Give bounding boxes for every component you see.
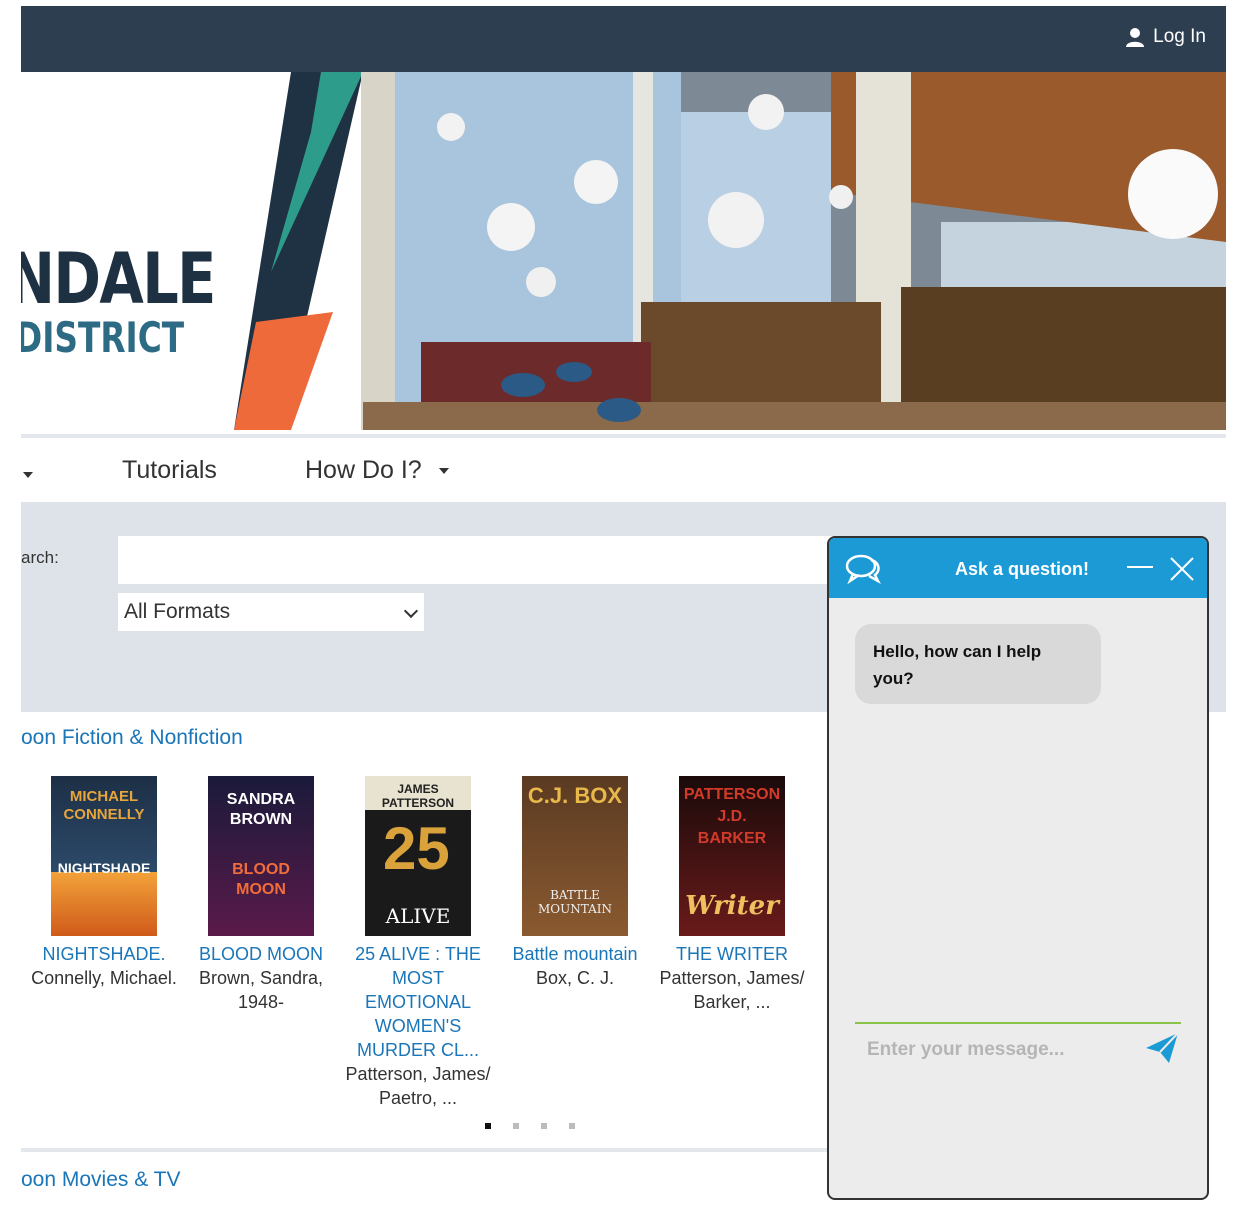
section-divider	[21, 1148, 831, 1152]
chat-header: Ask a question!	[829, 538, 1207, 598]
nav-item-label: Tutorials	[122, 456, 217, 484]
book-cover[interactable]: MICHAEL CONNELLY NIGHTSHADE	[51, 776, 157, 936]
book-cover[interactable]: SANDRA BROWN BLOOD MOON	[208, 776, 314, 936]
book-author: Brown, Sandra, 1948-	[198, 968, 324, 1012]
chat-bubbles-icon	[845, 554, 881, 584]
section-title-movies[interactable]: oon Movies & TV	[21, 1168, 181, 1192]
book-title[interactable]: THE WRITER	[654, 942, 810, 966]
library-logo-title: NDALE	[21, 238, 216, 320]
carousel-dot[interactable]	[569, 1123, 575, 1129]
book-cover[interactable]: JAMES PATTERSON 25 ALIVE	[365, 776, 471, 936]
nav-dropdown-caret-icon[interactable]	[23, 472, 33, 478]
book-author: Box, C. J.	[535, 968, 615, 988]
chevron-down-icon	[438, 468, 449, 475]
user-icon	[1126, 28, 1145, 47]
login-label: Log In	[1153, 26, 1206, 47]
book-card[interactable]: C.J. BOX BATTLE MOUNTAIN Battle mountain…	[497, 776, 653, 990]
nav-item-tutorials[interactable]: Tutorials	[122, 456, 217, 485]
chat-widget: Ask a question! Hello, how can I help yo…	[827, 536, 1209, 1200]
top-bar: Log In	[21, 6, 1226, 72]
login-link[interactable]: Log In	[1125, 26, 1206, 48]
search-label: arch:	[21, 548, 59, 567]
book-title[interactable]: NIGHTSHADE.	[26, 942, 182, 966]
cover-text: PATTERSON J.D. BARKER	[683, 786, 781, 847]
close-icon[interactable]	[1169, 556, 1195, 582]
cover-text: Writer	[685, 891, 779, 921]
book-card[interactable]: PATTERSON J.D. BARKER Writer THE WRITER …	[654, 776, 810, 1014]
book-title[interactable]: 25 ALIVE : THE MOST EMOTIONAL WOMEN'S MU…	[340, 942, 496, 1062]
library-logo-subtitle: DISTRICT	[21, 313, 185, 362]
cover-text: C.J. BOX	[527, 783, 623, 808]
book-cover[interactable]: PATTERSON J.D. BARKER Writer	[679, 776, 785, 936]
book-card[interactable]: SANDRA BROWN BLOOD MOON BLOOD MOON Brown…	[183, 776, 339, 1014]
book-author: Patterson, James/ Paetro, ...	[345, 1064, 491, 1108]
book-title[interactable]: Battle mountain	[497, 942, 653, 966]
carousel-dot[interactable]	[513, 1123, 519, 1129]
format-select[interactable]: All Formats	[118, 593, 424, 631]
book-card[interactable]: MICHAEL CONNELLY NIGHTSHADE NIGHTSHADE. …	[26, 776, 182, 990]
cover-text: BATTLE MOUNTAIN	[538, 888, 612, 916]
chat-message-input[interactable]	[855, 1022, 1181, 1076]
minimize-icon[interactable]	[1127, 566, 1153, 570]
book-cover[interactable]: C.J. BOX BATTLE MOUNTAIN	[522, 776, 628, 936]
send-icon[interactable]	[1145, 1032, 1179, 1064]
book-title[interactable]: BLOOD MOON	[183, 942, 339, 966]
cover-text: ALIVE	[385, 904, 451, 928]
chevron-down-icon	[403, 603, 419, 619]
cover-text: BLOOD MOON	[232, 861, 290, 898]
carousel-dot[interactable]	[541, 1123, 547, 1129]
format-select-value: All Formats	[124, 600, 231, 623]
book-card[interactable]: JAMES PATTERSON 25 ALIVE 25 ALIVE : THE …	[340, 776, 496, 1110]
carousel-pagination	[485, 1123, 575, 1129]
chat-message-bot: Hello, how can I help you?	[855, 624, 1101, 704]
cover-text: NIGHTSHADE	[57, 860, 151, 876]
cover-text: MICHAEL CONNELLY	[63, 788, 145, 823]
library-banner: NDALE DISTRICT	[21, 72, 1226, 430]
section-title-fiction[interactable]: oon Fiction & Nonfiction	[21, 726, 243, 750]
book-author: Patterson, James/ Barker, ...	[659, 968, 805, 1012]
book-author: Connelly, Michael.	[31, 968, 177, 988]
chat-title: Ask a question!	[955, 559, 1090, 579]
main-nav: Tutorials How Do I?	[21, 434, 1226, 506]
cover-text: JAMES PATTERSON	[381, 782, 455, 810]
carousel-dot[interactable]	[485, 1123, 491, 1129]
cover-text: SANDRA BROWN	[226, 791, 296, 828]
nav-item-label: How Do I?	[305, 456, 422, 484]
nav-item-how-do-i[interactable]: How Do I?	[305, 456, 449, 485]
